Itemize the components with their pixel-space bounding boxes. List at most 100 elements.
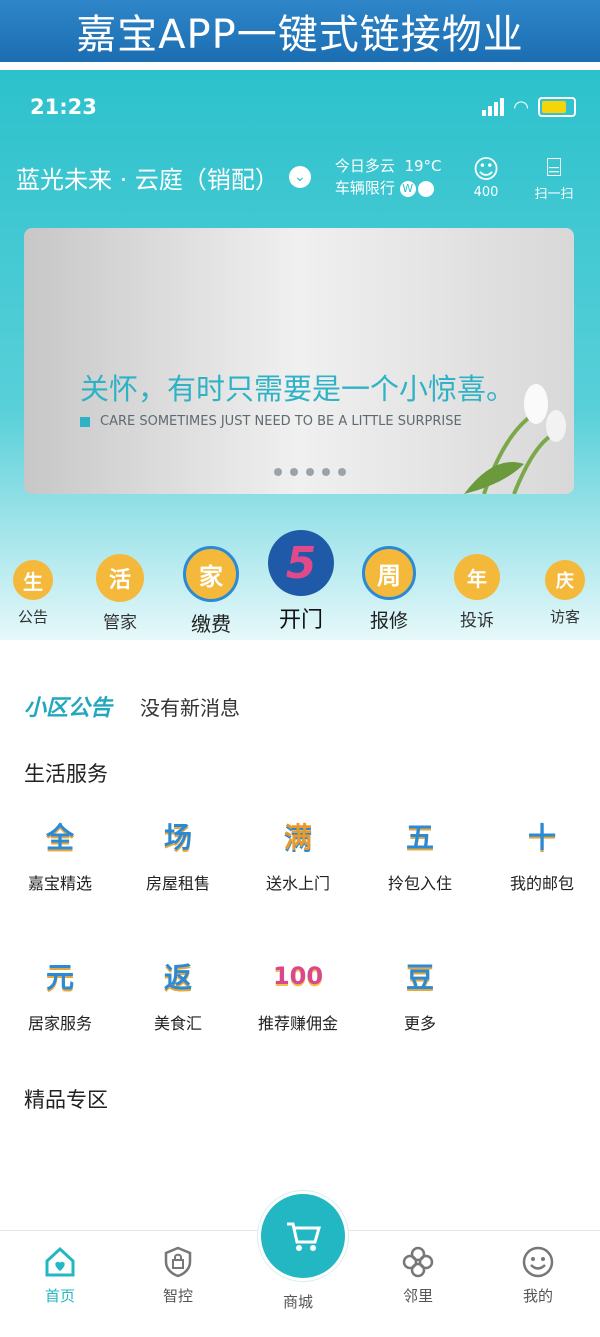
service-house-rental[interactable]: 场 房屋租售 xyxy=(118,814,238,894)
service-glyph: 满 xyxy=(283,821,312,854)
community-selector[interactable]: 蓝光未来 · 云庭（销配） xyxy=(16,160,279,195)
service-referral[interactable]: 100 推荐赚佣金 xyxy=(238,954,358,1034)
battery-icon xyxy=(538,97,576,117)
life-services-heading: 生活服务 xyxy=(24,762,108,786)
community-notice[interactable]: 小区公告 没有新消息 xyxy=(24,690,600,722)
service-glyph: 豆 xyxy=(405,961,434,994)
tab-label: 智控 xyxy=(162,1287,193,1305)
service-label: 推荐赚佣金 xyxy=(257,1014,338,1033)
tab-mall[interactable]: 商城 xyxy=(238,1285,358,1312)
carousel-banner[interactable]: 关怀，有时只需要是一个小惊喜。 CARE SOMETIMES JUST NEED… xyxy=(24,228,574,494)
status-time: 21:23 xyxy=(30,95,97,119)
service-button-label: 400 xyxy=(473,184,499,200)
carousel-dot[interactable] xyxy=(306,468,314,476)
carousel-subtitle-text: CARE SOMETIMES JUST NEED TO BE A LITTLE … xyxy=(100,414,462,429)
service-label: 拎包入住 xyxy=(387,874,452,893)
quick-action-glyph: 家 xyxy=(183,546,239,602)
square-icon xyxy=(80,416,90,427)
service-glyph: 元 xyxy=(45,961,74,994)
quick-action-repair[interactable]: 周 报修 xyxy=(360,546,418,633)
headset-icon: ☺ xyxy=(472,154,500,185)
app-screen: 21:23 ◠ 蓝光未来 · 云庭（销配） ⌄ 今日多云 19°C 车辆限行 W… xyxy=(0,70,600,1337)
carousel-dot[interactable] xyxy=(338,468,346,476)
carousel-subtitle: CARE SOMETIMES JUST NEED TO BE A LITTLE … xyxy=(80,414,462,429)
quick-actions: 生 公告 活 管家 家 缴费 5 开门 周 报修 年 投诉 庆 访客 xyxy=(0,530,600,646)
service-water-delivery[interactable]: 满 送水上门 xyxy=(238,814,358,894)
premium-heading: 精品专区 xyxy=(24,1088,108,1112)
smiley-icon xyxy=(522,1246,554,1278)
quick-action-payment[interactable]: 家 缴费 xyxy=(180,546,242,637)
promo-banner: 嘉宝APP一键式链接物业 xyxy=(0,0,600,62)
home-icon xyxy=(45,1246,75,1277)
quick-action-notice[interactable]: 生 公告 xyxy=(10,560,56,627)
weather-info: 今日多云 19°C 车辆限行 W xyxy=(335,155,442,199)
service-move-in[interactable]: 五 拎包入住 xyxy=(360,814,480,894)
scan-icon: ⌸ xyxy=(546,152,562,183)
promo-banner-text: 嘉宝APP一键式链接物业 xyxy=(76,12,524,58)
carousel-dot[interactable] xyxy=(290,468,298,476)
quick-action-glyph: 5 xyxy=(268,530,334,596)
service-glyph: 全 xyxy=(45,821,74,854)
scan-button[interactable]: ⌸ 扫一扫 xyxy=(528,153,580,202)
quick-action-label: 报修 xyxy=(369,610,408,632)
tab-smart-control[interactable]: 智控 xyxy=(118,1245,238,1306)
quick-action-label: 开门 xyxy=(278,608,323,633)
service-label: 美食汇 xyxy=(153,1014,202,1033)
tab-neighbor[interactable]: 邻里 xyxy=(358,1245,478,1306)
clover-icon xyxy=(402,1246,434,1278)
service-glyph: 五 xyxy=(405,821,434,854)
traffic-limit-label: 车辆限行 xyxy=(334,179,395,197)
notice-message: 没有新消息 xyxy=(140,695,241,720)
quick-action-complaint[interactable]: 年 投诉 xyxy=(452,554,502,631)
service-glyph: 场 xyxy=(163,821,192,854)
tab-label: 邻里 xyxy=(402,1287,433,1305)
traffic-limit-dot xyxy=(417,180,434,197)
service-label: 嘉宝精选 xyxy=(27,874,92,893)
quick-action-label: 访客 xyxy=(549,608,580,626)
quick-action-label: 缴费 xyxy=(191,612,231,636)
service-food[interactable]: 返 美食汇 xyxy=(118,954,238,1034)
tab-home[interactable]: 首页 xyxy=(0,1245,120,1306)
signal-icon xyxy=(482,98,505,116)
quick-action-glyph: 生 xyxy=(13,560,53,600)
weather-temperature: 19°C xyxy=(404,157,442,175)
carousel-dot[interactable] xyxy=(322,468,330,476)
shield-lock-icon xyxy=(164,1246,192,1278)
service-label: 居家服务 xyxy=(27,1014,92,1033)
quick-action-glyph: 庆 xyxy=(545,560,585,600)
cart-icon xyxy=(287,1222,321,1251)
quick-action-open-door[interactable]: 5 开门 xyxy=(266,530,336,634)
tab-mine[interactable]: 我的 xyxy=(478,1245,598,1306)
quick-action-glyph: 年 xyxy=(454,554,500,600)
quick-action-label: 公告 xyxy=(17,608,48,626)
service-button[interactable]: ☺ 400 xyxy=(460,155,512,200)
tab-label: 商城 xyxy=(282,1293,313,1311)
quick-action-glyph: 活 xyxy=(96,554,144,602)
carousel-dot[interactable] xyxy=(274,468,282,476)
service-label: 更多 xyxy=(403,1014,436,1033)
service-glyph: 100 xyxy=(272,962,324,990)
status-icons: ◠ xyxy=(482,97,576,118)
mall-cart-button[interactable] xyxy=(258,1191,348,1281)
service-more[interactable]: 豆 更多 xyxy=(360,954,480,1034)
status-bar: 21:23 ◠ xyxy=(30,92,576,122)
service-home[interactable]: 元 居家服务 xyxy=(0,954,120,1034)
scan-button-label: 扫一扫 xyxy=(534,186,574,202)
tulip-illustration xyxy=(464,384,566,494)
wifi-icon: ◠ xyxy=(514,96,528,118)
quick-action-visitor[interactable]: 庆 访客 xyxy=(542,560,588,627)
tab-label: 首页 xyxy=(44,1287,75,1305)
chevron-down-icon[interactable]: ⌄ xyxy=(288,166,311,188)
carousel-dots xyxy=(274,468,346,476)
carousel-title: 关怀，有时只需要是一个小惊喜。 xyxy=(80,372,516,406)
tab-label: 我的 xyxy=(522,1287,553,1305)
service-label: 我的邮包 xyxy=(509,874,574,893)
quick-action-glyph: 周 xyxy=(362,546,416,600)
location-bar: 蓝光未来 · 云庭（销配） ⌄ 今日多云 19°C 车辆限行 W ☺ 400 ⌸… xyxy=(16,152,580,202)
service-jiabao-select[interactable]: 全 嘉宝精选 xyxy=(0,814,120,894)
bottom-tab-bar: 首页 智控 商城 邻里 我的 xyxy=(0,1191,600,1337)
quick-action-butler[interactable]: 活 管家 xyxy=(92,554,148,633)
notice-tag: 小区公告 xyxy=(24,696,113,721)
service-glyph: 十 xyxy=(527,821,556,854)
service-my-parcel[interactable]: 十 我的邮包 xyxy=(482,814,600,894)
